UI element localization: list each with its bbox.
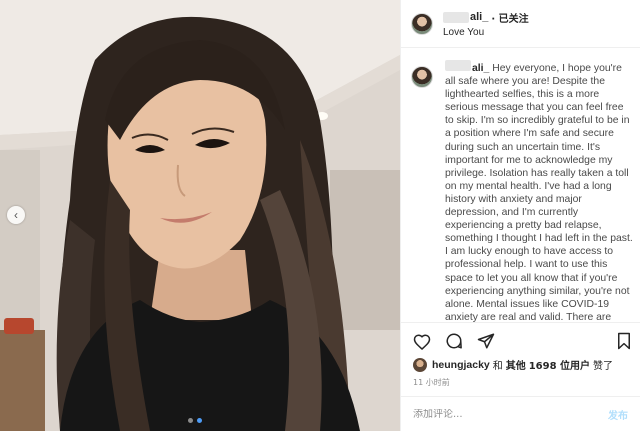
liker-username[interactable]: heungjacky [432,359,490,371]
action-bar [413,330,632,352]
likes-and-text: 和 [492,361,503,372]
header-line: ali_ · 已关注 [443,10,529,25]
post-comment-button[interactable]: 发布 [608,407,628,422]
comment-bar: 发布 [401,396,640,431]
comment-input[interactable] [413,408,608,420]
username-link[interactable]: ali_ [470,11,488,23]
likes-count[interactable]: 1698 位用户 [529,357,590,372]
heart-icon[interactable] [413,333,431,350]
divider [401,322,640,323]
caption-username-redaction [445,60,471,71]
carousel-dot [188,418,193,423]
carousel-dots [188,418,202,423]
caption-avatar[interactable] [411,66,433,88]
follow-status[interactable]: · 已关注 [491,10,528,25]
carousel-dot-active [197,418,202,423]
avatar[interactable] [411,12,433,35]
caption-username[interactable]: ali_ [472,63,489,74]
selfie-image [0,0,400,431]
caption-text: ali_ Hey everyone, I hope you're all saf… [445,60,633,322]
likes-summary: heungjacky 和 其他 1698 位用户 赞了 [413,357,616,372]
username-redaction [443,11,469,23]
post-panel: ali_ · 已关注 Love You ali_ Hey everyone, I… [400,0,640,431]
post-header: ali_ · 已关注 Love You [401,0,640,48]
chevron-left-icon[interactable]: ‹ [7,206,25,224]
post-timestamp[interactable]: 11 小时前 [413,377,450,388]
send-icon[interactable] [477,332,495,350]
likes-others-label[interactable]: 其他 [506,357,526,372]
comment-icon[interactable] [445,332,463,350]
bookmark-icon[interactable] [616,332,632,350]
likes-liked-text: 赞了 [593,361,614,372]
caption-area: ali_ Hey everyone, I hope you're all saf… [411,60,637,322]
liker-avatar[interactable] [413,357,427,372]
header-text: ali_ · 已关注 Love You [443,10,529,38]
caption-body: Hey everyone, I hope you're all safe whe… [445,63,633,322]
location-link[interactable]: Love You [443,27,529,38]
post-photo[interactable]: ‹ [0,0,400,431]
